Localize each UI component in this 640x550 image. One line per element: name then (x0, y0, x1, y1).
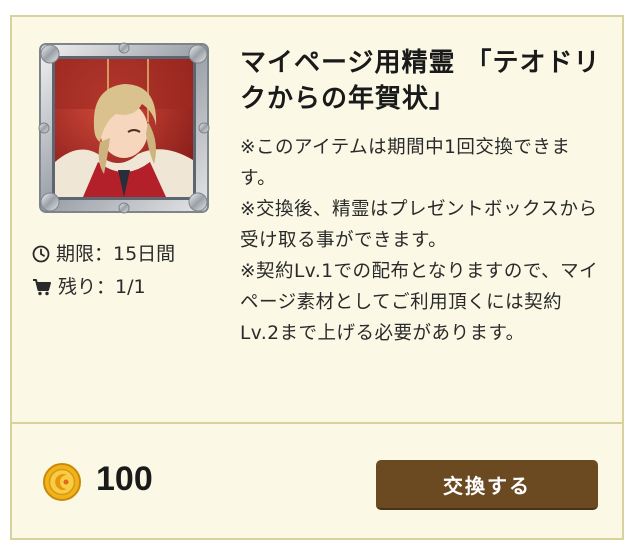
item-title: マイページ用精霊 「テオドリクからの年賀状」 (240, 48, 601, 114)
character-portrait (38, 42, 210, 214)
price-value: 100 (96, 460, 153, 498)
gold-coin-icon (43, 463, 81, 501)
cart-icon (33, 278, 51, 295)
purchase-section: 100 交換する (12, 424, 622, 538)
period-row: 期限：15日間 (32, 237, 175, 270)
item-description: ※このアイテムは期間中1回交換できます。 ※交換後、精霊はプレゼントボックスから… (240, 137, 599, 344)
remaining-row: 残り：1/1 (32, 270, 175, 303)
remaining-text: 残り：1/1 (58, 275, 146, 298)
clock-icon (32, 245, 50, 262)
period-text: 期限：15日間 (56, 242, 176, 265)
exchange-item-card: 期限：15日間 残り：1/1 マイページ用精霊 「テオドリクからの年賀状」 ※こ… (10, 15, 624, 540)
exchange-button[interactable]: 交換する (376, 460, 598, 510)
item-meta: 期限：15日間 残り：1/1 (32, 237, 175, 303)
item-detail-section: 期限：15日間 残り：1/1 マイページ用精霊 「テオドリクからの年賀状」 ※こ… (12, 17, 622, 422)
